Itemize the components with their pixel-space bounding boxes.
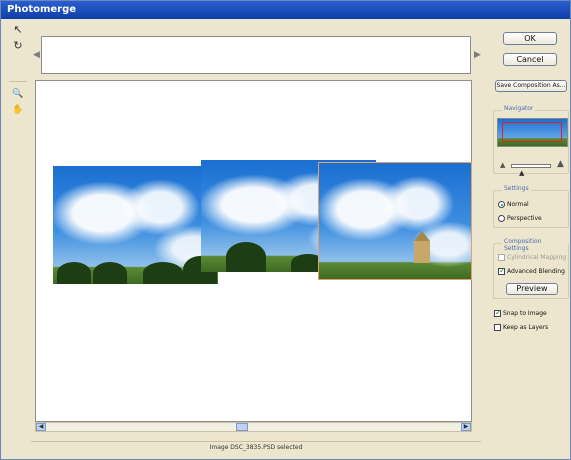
settings-title: Settings	[502, 185, 531, 192]
navigator-view-frame[interactable]	[502, 122, 562, 142]
panorama-image-right[interactable]	[318, 162, 472, 280]
navigator-title: Navigator	[502, 105, 536, 112]
radio-empty-icon	[498, 215, 505, 222]
cylindrical-mapping-label: Cylindrical Mapping	[507, 254, 567, 261]
photomerge-window: Photomerge ↖ ↻ 🔍 ✋ ◀ ▶ ◀ ▶ Image DSC_383…	[0, 0, 571, 460]
tree-shape	[93, 262, 127, 284]
preview-button[interactable]: Preview	[506, 283, 558, 295]
panorama-image-left[interactable]	[53, 166, 218, 284]
cylindrical-mapping-checkbox[interactable]: Cylindrical Mapping	[498, 254, 566, 261]
tree-shape	[57, 262, 91, 284]
checkbox-empty-icon	[494, 324, 501, 331]
normal-label: Normal	[507, 201, 529, 208]
hand-icon[interactable]: ✋	[11, 103, 25, 117]
zoom-icon[interactable]: 🔍	[11, 87, 25, 101]
checkbox-checked-icon	[498, 266, 506, 275]
keep-as-layers-checkbox[interactable]: Keep as Layers	[494, 324, 548, 331]
normal-radio[interactable]: Normal	[498, 201, 529, 208]
tool-divider	[9, 81, 27, 82]
save-composition-button[interactable]: Save Composition As...	[495, 80, 567, 92]
rotate-image-icon[interactable]: ↻	[11, 39, 25, 53]
zoom-out-icon[interactable]: ▲	[500, 161, 505, 169]
settings-group: Settings	[493, 185, 569, 228]
ok-button[interactable]: OK	[503, 32, 557, 45]
select-image-icon[interactable]: ↖	[11, 23, 25, 37]
advanced-blending-label: Advanced Blending	[507, 268, 565, 275]
snap-to-image-label: Snap to Image	[503, 310, 547, 317]
checkbox-empty-icon	[498, 254, 505, 261]
tree-shape	[226, 242, 266, 272]
work-area[interactable]	[35, 80, 472, 422]
tower-shape	[414, 231, 430, 263]
zoom-slider-thumb[interactable]: ▲	[519, 169, 524, 177]
navigator-thumbnail[interactable]	[497, 118, 568, 147]
zoom-in-icon[interactable]: ▲	[557, 159, 564, 169]
advanced-blending-checkbox[interactable]: Advanced Blending	[498, 266, 565, 275]
status-text: Image DSC_3835.PSD selected	[31, 441, 481, 453]
perspective-label: Perspective	[507, 215, 542, 222]
lightbox-strip[interactable]	[41, 36, 471, 74]
lightbox-scroll-left-icon[interactable]: ◀	[33, 50, 40, 60]
checkbox-checked-icon	[494, 308, 502, 317]
scroll-thumb[interactable]	[236, 423, 248, 431]
window-title: Photomerge	[1, 1, 570, 19]
cancel-button[interactable]: Cancel	[503, 53, 557, 66]
tree-shape	[143, 262, 183, 284]
radio-selected-icon	[498, 201, 505, 208]
snap-to-image-checkbox[interactable]: Snap to Image	[494, 308, 547, 317]
lightbox-scroll-right-icon[interactable]: ▶	[474, 50, 481, 60]
perspective-radio[interactable]: Perspective	[498, 215, 542, 222]
scroll-right-icon[interactable]: ▶	[461, 423, 471, 431]
zoom-slider[interactable]	[511, 164, 551, 168]
horizontal-scrollbar[interactable]: ◀ ▶	[35, 422, 472, 432]
scroll-left-icon[interactable]: ◀	[36, 423, 46, 431]
keep-as-layers-label: Keep as Layers	[503, 324, 549, 331]
composition-settings-title: Composition Settings	[502, 238, 568, 252]
